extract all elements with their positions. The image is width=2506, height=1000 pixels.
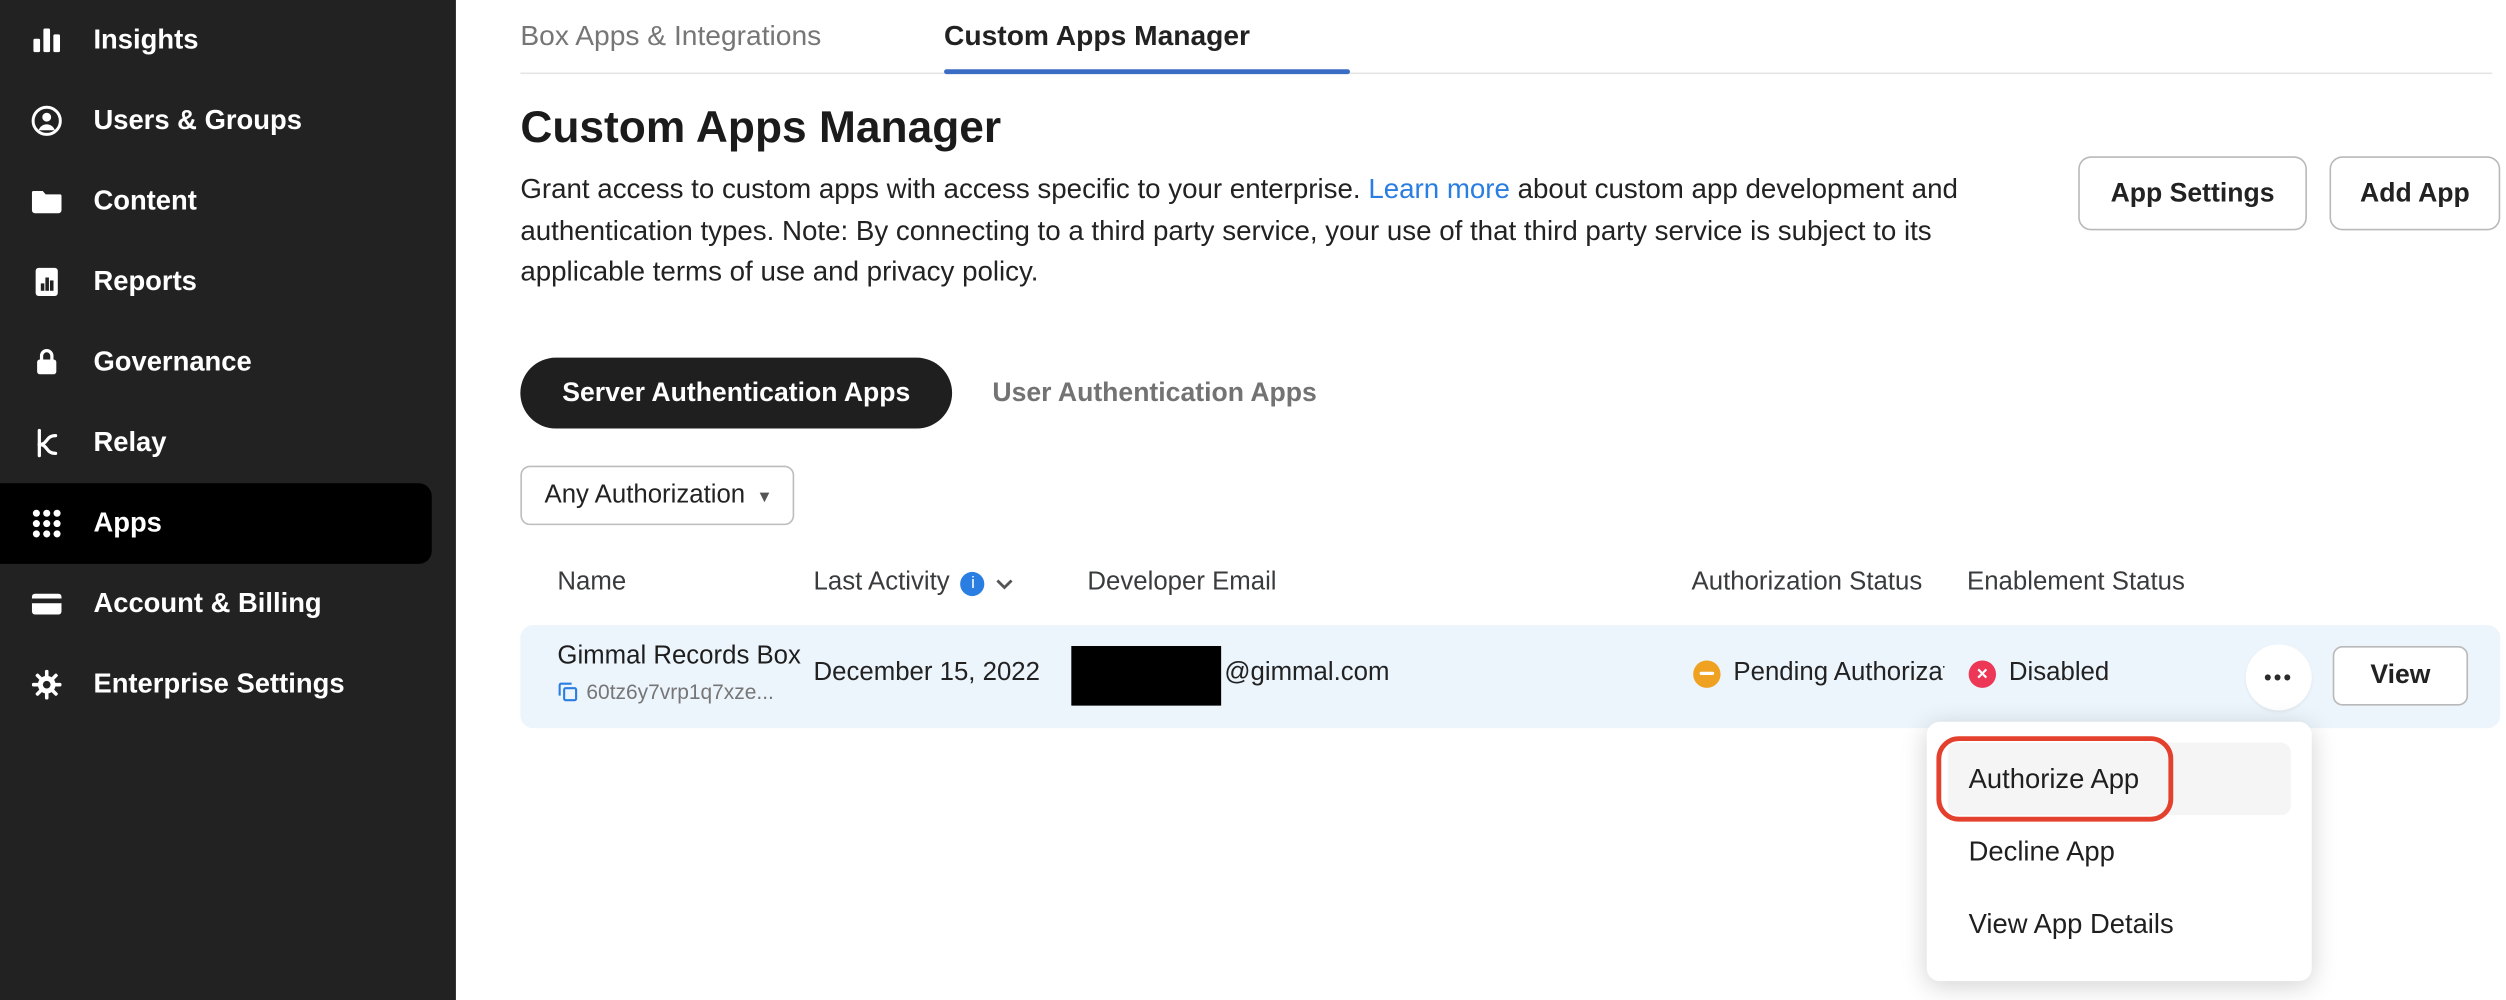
sidebar-item-governance[interactable]: Governance [0, 322, 456, 403]
filter-selected-value: Any Authorization [545, 481, 746, 510]
credit-card-icon [29, 586, 64, 621]
page-description: Grant access to custom apps with access … [520, 169, 1983, 293]
column-header-last-activity[interactable]: Last Activity i [814, 569, 1015, 598]
apps-grid-icon [29, 506, 64, 541]
insights-icon [29, 23, 64, 58]
sidebar: Insights Users & Groups Content Reports … [0, 0, 456, 1000]
users-icon [29, 103, 64, 138]
sidebar-item-label: Reports [93, 266, 196, 298]
sort-chevron-icon [996, 578, 1014, 589]
last-activity-value: December 15, 2022 [814, 659, 1040, 688]
copy-icon[interactable] [557, 681, 578, 702]
sidebar-item-label: Relay [93, 427, 166, 459]
pending-status-icon [1693, 660, 1720, 687]
relay-icon [29, 425, 64, 460]
tab-custom-apps-manager[interactable]: Custom Apps Manager [944, 19, 1250, 53]
authorization-status: Pending Authorization [1693, 659, 1944, 688]
admin-console: Insights Users & Groups Content Reports … [0, 0, 2506, 1000]
authorization-status-text: Pending Authorization [1733, 659, 1944, 688]
row-actions-button[interactable]: ••• [2246, 644, 2312, 710]
menu-item-view-app-details[interactable]: View App Details [1948, 888, 2291, 960]
app-name: Gimmal Records Box [557, 643, 801, 672]
sidebar-item-enterprise-settings[interactable]: Enterprise Settings [0, 644, 456, 725]
sidebar-item-label: Users & Groups [93, 105, 302, 137]
email-domain: @gimmal.com [1224, 659, 1389, 688]
info-icon[interactable]: i [961, 571, 985, 595]
sidebar-item-account-billing[interactable]: Account & Billing [0, 564, 456, 645]
active-tab-underline [944, 69, 1350, 74]
lock-icon [29, 345, 64, 380]
sidebar-item-users-groups[interactable]: Users & Groups [0, 81, 456, 162]
chevron-down-icon: ▾ [760, 484, 770, 507]
sidebar-item-label: Enterprise Settings [93, 669, 344, 701]
enablement-status: × Disabled [1969, 659, 2110, 688]
sidebar-item-label: Governance [93, 346, 251, 378]
client-id[interactable]: 60tz6y7vrp1q7xze... [557, 680, 773, 704]
sidebar-item-content[interactable]: Content [0, 161, 456, 242]
learn-more-link[interactable]: Learn more [1368, 172, 1510, 204]
column-header-developer-email: Developer Email [1087, 569, 1276, 598]
sidebar-item-label: Insights [93, 24, 198, 56]
server-authentication-apps-tab[interactable]: Server Authentication Apps [520, 358, 952, 429]
column-header-enablement-status: Enablement Status [1967, 569, 2185, 598]
row-actions-menu: Authorize App Decline App View App Detai… [1927, 722, 2312, 981]
page-title: Custom Apps Manager [520, 101, 1001, 153]
enablement-status-text: Disabled [2009, 659, 2109, 688]
view-button[interactable]: View [2333, 646, 2468, 706]
tabs-divider [520, 72, 2492, 74]
sidebar-item-label: Account & Billing [93, 588, 321, 620]
app-settings-button[interactable]: App Settings [2078, 156, 2307, 230]
description-text: Grant access to custom apps with access … [520, 172, 1368, 204]
table-row[interactable]: Gimmal Records Box 60tz6y7vrp1q7xze... D… [520, 625, 2500, 728]
client-id-text: 60tz6y7vrp1q7xze... [586, 680, 773, 704]
sidebar-item-insights[interactable]: Insights [0, 0, 456, 81]
sidebar-item-label: Content [93, 185, 196, 217]
menu-item-authorize-app[interactable]: Authorize App [1948, 743, 2291, 815]
sidebar-item-relay[interactable]: Relay [0, 403, 456, 484]
column-header-authorization-status: Authorization Status [1692, 569, 1923, 598]
user-authentication-apps-tab[interactable]: User Authentication Apps [976, 358, 1333, 429]
authorization-filter-dropdown[interactable]: Any Authorization ▾ [520, 466, 793, 526]
folder-icon [29, 184, 64, 219]
menu-item-decline-app[interactable]: Decline App [1948, 815, 2291, 887]
add-app-button[interactable]: Add App [2330, 156, 2501, 230]
sidebar-item-apps[interactable]: Apps [0, 483, 432, 564]
sidebar-item-reports[interactable]: Reports [0, 242, 456, 323]
report-icon [29, 264, 64, 299]
redacted-email [1071, 646, 1221, 706]
column-header-name: Name [557, 569, 626, 598]
tab-box-apps-integrations[interactable]: Box Apps & Integrations [520, 19, 821, 53]
disabled-status-icon: × [1969, 660, 1996, 687]
sidebar-item-label: Apps [93, 507, 161, 539]
gear-icon [29, 667, 64, 702]
